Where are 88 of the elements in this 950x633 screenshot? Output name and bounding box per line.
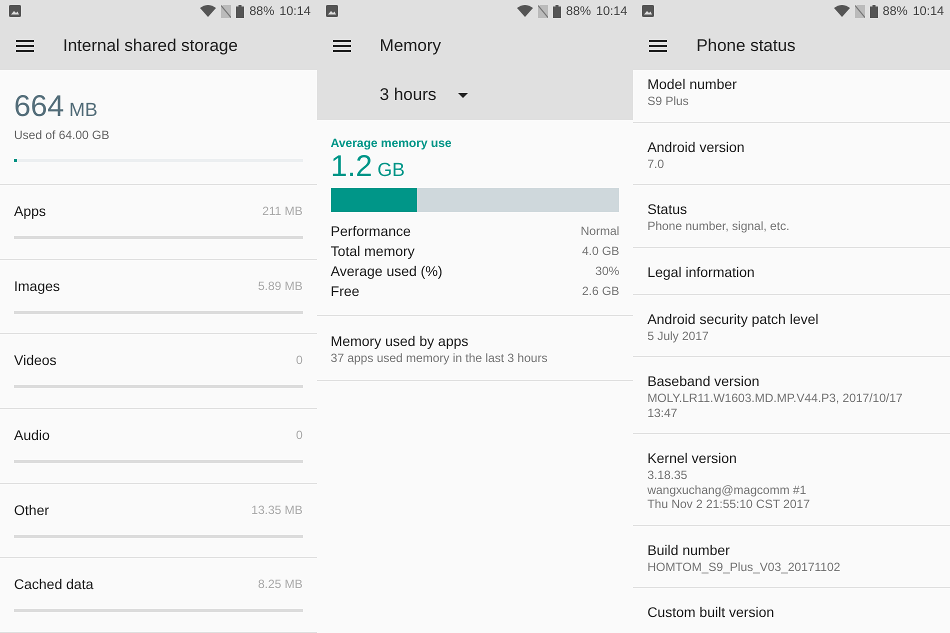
status-list-item[interactable]: Model number S9 Plus [633,70,950,122]
stat-label: Total memory [330,243,415,259]
screen-title: Phone status [696,36,796,56]
clock-time: 10:14 [912,4,944,18]
category-size: 13.35 MB [251,502,303,517]
used-caption: Used of 64.00 GB [14,128,110,142]
status-list-item[interactable]: Build number HOMTOM_S9_Plus_V03_20171102 [633,526,950,588]
status-list-item[interactable]: Android version 7.0 [633,122,950,185]
item-title: Build number [647,540,731,558]
item-title: Memory used by apps [330,332,470,350]
battery-percent: 88% [249,4,274,18]
stat-value: 30% [595,264,620,278]
item-title: Baseband version [647,372,760,390]
wifi-icon [834,5,850,17]
no-sim-icon [538,4,548,18]
memory-unit: GB [377,160,405,182]
status-list-item[interactable]: Custom built version [633,588,950,633]
category-label: Cached data [14,576,94,592]
item-subtitle: 37 apps used memory in the last 3 hours [330,351,548,366]
item-value: Thu Nov 2 21:55:10 CST 2017 [647,497,811,512]
category-label: Videos [14,352,57,368]
storage-category-item[interactable]: Audio 0 [0,409,317,484]
image-notification-icon [642,5,654,17]
battery-icon [553,4,561,18]
category-size: 211 MB [262,204,303,218]
clock-time: 10:14 [596,4,628,18]
item-title: Model number [647,75,738,93]
status-list-item[interactable]: Legal information [633,248,950,294]
average-memory-label: Average memory use [330,136,453,150]
item-value: 5 July 2017 [647,328,710,343]
storage-category-item[interactable]: Apps 211 MB [0,185,317,260]
item-value: Phone number, signal, etc. [647,219,790,234]
used-unit: MB [69,100,98,122]
item-value: 7.0 [647,156,665,171]
wifi-icon [517,5,533,17]
image-notification-icon [326,5,338,17]
item-value: wangxuchang@magcomm #1 [647,482,808,497]
category-size: 5.89 MB [258,278,303,293]
menu-icon[interactable] [649,40,668,52]
item-title: Android version [647,138,746,156]
battery-percent: 88% [882,4,908,18]
status-list-item[interactable]: Baseband version MOLY.LR11.W1603.MD.MP.V44.P3, 2017/10/17 13:47 [633,357,950,434]
category-label: Images [14,278,60,294]
item-value: 13:47 [647,406,678,420]
wifi-icon [200,5,216,17]
storage-category-item[interactable]: Images 5.89 MB [0,260,317,334]
storage-category-item[interactable]: Videos 0 [0,334,317,410]
status-list-item[interactable]: Status Phone number, signal, etc. [633,185,950,248]
category-label: Audio [14,427,50,444]
stat-value: Normal [580,224,620,238]
stat-value: 4.0 GB [582,244,620,258]
item-value: S9 Plus [647,94,690,108]
category-size: 0 [296,353,303,368]
screen-title: Internal shared storage [63,36,238,56]
menu-icon[interactable] [332,40,351,52]
no-sim-icon [854,4,865,18]
battery-icon [870,4,878,18]
item-value: 3.18.35 [647,468,688,482]
battery-percent: 88% [566,4,592,18]
item-title: Kernel version [647,449,738,467]
item-value: HOMTOM_S9_Plus_V03_20171102 [647,560,842,574]
stat-label: Average used (%) [330,263,442,279]
status-list-item[interactable]: Kernel version 3.18.35 wangxuchang@magcomm #1 Thu Nov 2 21:55:10 CST 2017 [633,434,950,526]
dropdown-caret-icon [458,92,468,98]
period-dropdown[interactable]: 3 hours [380,70,472,120]
no-sim-icon [221,4,232,18]
battery-icon [236,4,244,18]
clock-time: 10:14 [279,4,311,18]
storage-category-item[interactable]: Cached data 8.25 MB [0,558,317,633]
screen-title: Memory [380,36,442,56]
memory-amount: 1.2 [330,150,372,184]
category-size: 8.25 MB [258,577,303,592]
used-amount: 664 [14,90,64,124]
category-size: 0 [296,428,303,442]
image-notification-icon [9,5,21,17]
stat-value: 2.6 GB [582,284,620,298]
category-label: Apps [14,203,46,219]
item-value: MOLY.LR11.W1603.MD.MP.V44.P3, 2017/10/17 [647,391,904,406]
item-title: Legal information [647,262,756,280]
item-title: Status [647,200,688,218]
stat-label: Performance [330,223,411,239]
category-label: Other [14,502,50,518]
item-title: Custom built version [647,603,776,621]
item-title: Android security patch level [647,310,820,328]
stat-label: Free [330,283,360,299]
status-list-item[interactable]: Android security patch level 5 July 2017 [633,294,950,357]
storage-category-item[interactable]: Other 13.35 MB [0,484,317,558]
menu-icon[interactable] [16,40,34,52]
